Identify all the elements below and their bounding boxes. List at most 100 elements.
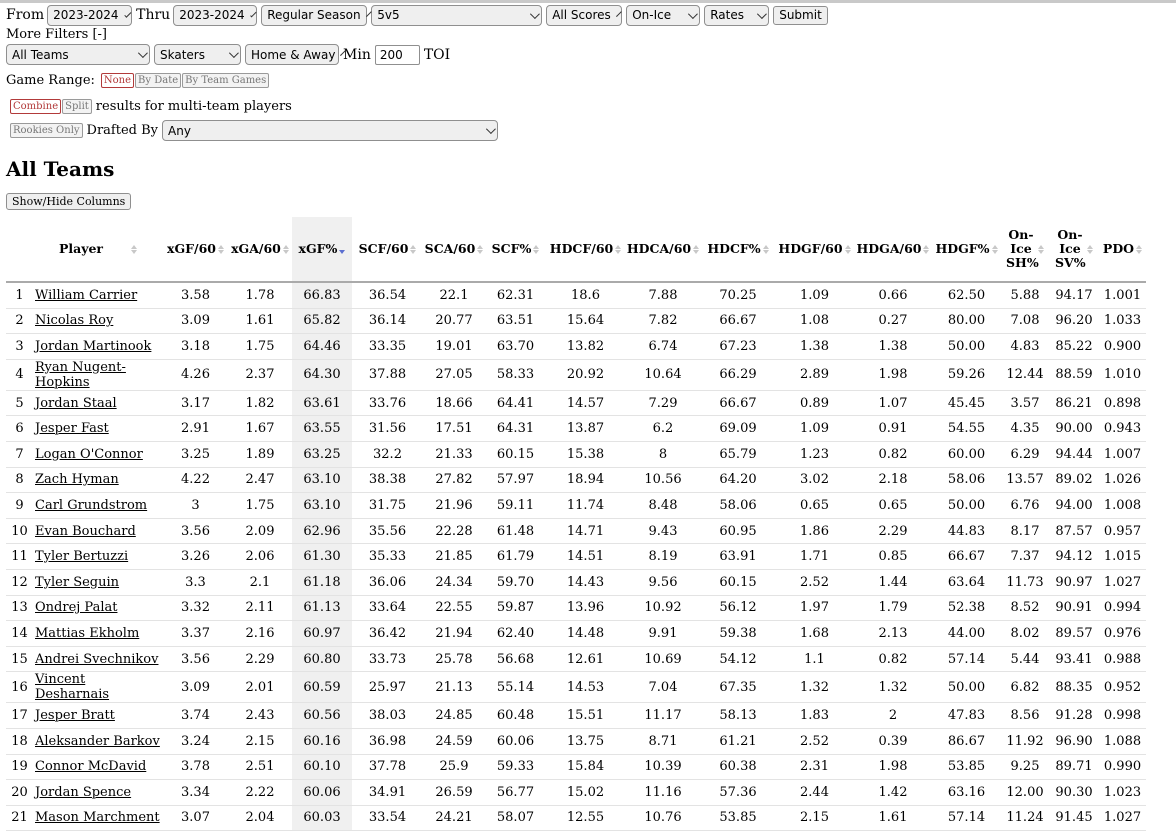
player-link[interactable]: Ryan Nugent-Hopkins: [35, 360, 126, 390]
player-link[interactable]: Tyler Seguin: [35, 575, 119, 590]
stat-cell: 1.86: [775, 518, 854, 545]
stat-cell: 2.06: [228, 543, 292, 570]
thru-season-select[interactable]: 2023-2024: [173, 4, 258, 26]
player-link[interactable]: Logan O'Connor: [35, 447, 143, 462]
season-type-select[interactable]: Regular Season: [261, 4, 372, 26]
player-link[interactable]: Mattias Ekholm: [35, 626, 139, 641]
header-hdgf-pct[interactable]: HDGF%: [932, 217, 1001, 283]
player-link[interactable]: Ondrej Palat: [35, 600, 117, 615]
stat-cell: 19.01: [423, 333, 485, 360]
chevron-down-icon: [123, 10, 131, 17]
player-link[interactable]: Tyler Bertuzzi: [35, 549, 128, 564]
player-link[interactable]: Evan Bouchard: [35, 524, 136, 539]
stat-cell: 56.12: [701, 595, 775, 622]
stat-cell: 55.14: [485, 671, 546, 704]
stat-cell: 1.44: [854, 569, 932, 596]
range-by-date-button[interactable]: By Date: [135, 72, 182, 88]
header-scf60[interactable]: SCF/60: [352, 217, 423, 283]
stat-cell: 5.88: [1001, 282, 1049, 309]
header-xgf-pct[interactable]: xGF%: [292, 217, 352, 283]
strength-select[interactable]: 5v5: [371, 4, 543, 26]
team-select[interactable]: All Teams: [6, 44, 150, 65]
header-pdo[interactable]: PDO: [1099, 217, 1146, 283]
player-link[interactable]: Nicolas Roy: [35, 313, 113, 328]
player-link[interactable]: Jesper Fast: [35, 421, 109, 436]
stat-cell: 63.51: [485, 308, 546, 335]
rank-header: [6, 217, 33, 283]
stat-cell: 2.29: [228, 646, 292, 673]
stat-cell: 2.44: [775, 779, 854, 806]
stat-cell: 20.92: [546, 359, 625, 391]
player-cell: Carl Grundstrom: [33, 492, 163, 519]
player-link[interactable]: Zach Hyman: [35, 472, 119, 487]
stat-cell: 59.26: [932, 359, 1001, 391]
stat-cell: 11.73: [1001, 569, 1049, 596]
stat-cell: 58.07: [485, 805, 546, 831]
player-link[interactable]: Connor McDavid: [35, 759, 146, 774]
stat-cell: 8.02: [1001, 620, 1049, 647]
header-scf-pct[interactable]: SCF%: [485, 217, 546, 283]
player-link[interactable]: Jordan Spence: [35, 785, 131, 800]
header-hdcf60[interactable]: HDCF/60: [546, 217, 625, 283]
split-button[interactable]: Split: [62, 98, 92, 114]
rank-cell: 10: [6, 518, 33, 545]
header-xgf60[interactable]: xGF/60: [163, 217, 228, 283]
header-sca60[interactable]: SCA/60: [423, 217, 485, 283]
stat-cell: 21.85: [423, 543, 485, 570]
player-link[interactable]: Mason Marchment: [35, 810, 160, 825]
show-hide-columns-button[interactable]: Show/Hide Columns: [6, 193, 132, 210]
min-label: Min: [343, 46, 371, 63]
rank-cell: 19: [6, 754, 33, 781]
drafted-by-select[interactable]: Any: [162, 120, 499, 141]
stat-cell: 0.89: [775, 390, 854, 417]
rookies-only-button[interactable]: Rookies Only: [10, 123, 83, 138]
player-link[interactable]: Aleksander Barkov: [35, 734, 160, 749]
stat-cell: 63.10: [292, 492, 352, 519]
header-hdgf60[interactable]: HDGF/60: [775, 217, 854, 283]
header-hdca60[interactable]: HDCA/60: [625, 217, 701, 283]
stat-cell: 0.91: [854, 415, 932, 442]
stat-cell: 27.82: [423, 467, 485, 494]
min-toi-input[interactable]: [374, 44, 420, 65]
player-link[interactable]: Carl Grundstrom: [35, 498, 147, 513]
on-ice-select[interactable]: On-Ice: [626, 4, 701, 26]
range-by-team-games-button[interactable]: By Team Games: [182, 72, 270, 88]
from-season-select[interactable]: 2023-2024: [47, 4, 133, 26]
stat-cell: 65.82: [292, 308, 352, 335]
player-link[interactable]: Jordan Martinook: [35, 339, 151, 354]
header-player[interactable]: Player: [33, 217, 163, 283]
rates-select[interactable]: Rates: [704, 4, 770, 26]
stat-cell: 52.38: [932, 595, 1001, 622]
player-link[interactable]: Andrei Svechnikov: [35, 652, 158, 667]
stat-cell: 20.77: [423, 308, 485, 335]
header-hdcf-pct[interactable]: HDCF%: [701, 217, 775, 283]
table-row: 6 Jesper Fast 2.91 1.67 63.55 31.56 17.51 64.31…: [6, 415, 1146, 442]
stat-cell: 3.17: [163, 390, 228, 417]
stat-cell: 59.33: [485, 754, 546, 781]
header-hdga60[interactable]: HDGA/60: [854, 217, 932, 283]
header-onice-sv-pct[interactable]: On-Ice SV%: [1049, 217, 1099, 283]
stat-cell: 56.68: [485, 646, 546, 673]
player-link[interactable]: Vincent Desharnais: [35, 672, 109, 702]
player-link[interactable]: Jesper Bratt: [35, 708, 115, 723]
range-none-button[interactable]: None: [100, 72, 135, 88]
stat-cell: 1.98: [854, 754, 932, 781]
stat-cell: 1.68: [775, 620, 854, 647]
player-link[interactable]: William Carrier: [35, 288, 137, 303]
stat-cell: 66.67: [932, 543, 1001, 570]
stat-cell: 0.66: [854, 282, 932, 309]
player-cell: Ondrej Palat: [33, 595, 163, 622]
header-xga60[interactable]: xGA/60: [228, 217, 292, 283]
position-select[interactable]: Skaters: [154, 44, 241, 65]
combine-button[interactable]: Combine: [10, 98, 62, 114]
stat-cell: 7.37: [1001, 543, 1049, 570]
stat-cell: 66.67: [701, 390, 775, 417]
header-onice-sh-pct[interactable]: On-Ice SH%: [1001, 217, 1049, 283]
submit-button[interactable]: Submit: [773, 5, 828, 25]
venue-select[interactable]: Home & Away: [245, 44, 347, 65]
stat-cell: 60.48: [485, 702, 546, 729]
player-cell: Jesper Fast: [33, 415, 163, 442]
score-select[interactable]: All Scores: [546, 4, 623, 26]
more-filters-toggle[interactable]: More Filters [-]: [6, 27, 1176, 42]
player-link[interactable]: Jordan Staal: [35, 396, 117, 411]
